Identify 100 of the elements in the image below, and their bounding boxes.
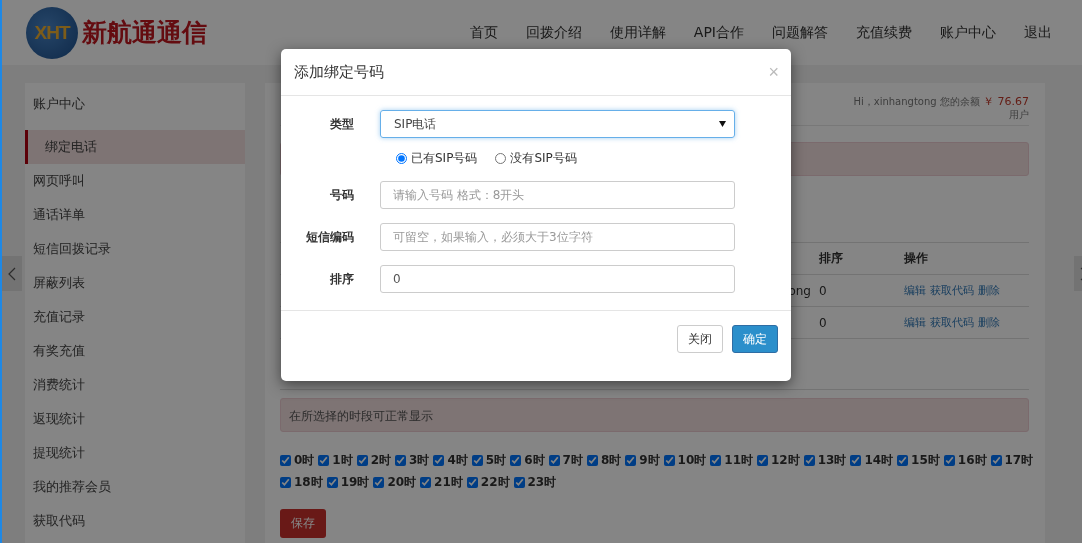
sidebar-item[interactable]: 网页呼叫 xyxy=(25,164,245,198)
hour-label: 21时 xyxy=(434,474,463,491)
close-button[interactable]: 关闭 xyxy=(677,325,723,353)
action-link[interactable]: 编辑 xyxy=(904,315,926,330)
field-label: 短信编码 xyxy=(305,228,354,246)
hour-checkbox[interactable] xyxy=(625,455,637,466)
action-link[interactable]: 删除 xyxy=(978,315,1000,330)
hour-label: 4时 xyxy=(447,452,468,469)
hour-checkbox[interactable] xyxy=(943,455,955,466)
hour-checkbox[interactable] xyxy=(471,455,483,466)
nav-link[interactable]: 问题解答 xyxy=(772,23,828,42)
action-link[interactable]: 删除 xyxy=(978,283,1000,298)
hour-checkbox[interactable] xyxy=(433,455,445,466)
hour-checkbox[interactable] xyxy=(326,477,338,488)
hour-checkbox[interactable] xyxy=(850,455,862,466)
field-label: 排序 xyxy=(329,270,354,288)
sidebar-item[interactable]: 我的推荐会员 xyxy=(25,470,245,504)
hour-checkbox[interactable] xyxy=(663,455,675,466)
dialog-title: 添加绑定号码 xyxy=(294,62,384,82)
hour-label: 3时 xyxy=(409,452,430,469)
hour-checkbox[interactable] xyxy=(356,455,368,466)
hour-label: 9时 xyxy=(639,452,660,469)
action-link[interactable]: 编辑 xyxy=(904,283,926,298)
hour-label: 12时 xyxy=(771,452,800,469)
logo-mark: XHT xyxy=(26,6,78,59)
hour-label: 0时 xyxy=(294,452,315,469)
sidebar-item[interactable]: 返现统计 xyxy=(25,402,245,436)
chevron-left-icon xyxy=(8,266,16,281)
radio-button[interactable] xyxy=(495,153,507,164)
caret-icon xyxy=(719,121,726,127)
table-cell-text: 0 xyxy=(819,315,828,330)
nav-link[interactable]: 首页 xyxy=(469,23,498,42)
hour-label: 11时 xyxy=(724,452,753,469)
hour-checkbox[interactable] xyxy=(318,455,330,466)
hour-checkbox[interactable] xyxy=(990,455,1002,466)
hour-label: 13时 xyxy=(817,452,847,469)
hour-checkbox[interactable] xyxy=(757,455,768,466)
hour-checkbox[interactable] xyxy=(548,455,560,466)
hour-label: 16时 xyxy=(957,452,987,469)
radio-label: 已有SIP号码 xyxy=(411,150,478,167)
sidebar-item[interactable]: 短信回拨记录 xyxy=(25,232,245,266)
input-field[interactable]: 可留空，如果输入，必须大于3位字符 xyxy=(380,223,735,251)
nav-link[interactable]: API合作 xyxy=(693,23,744,42)
hour-checkbox[interactable] xyxy=(710,455,722,466)
hour-checkbox[interactable] xyxy=(513,477,525,488)
radio-button[interactable] xyxy=(396,153,407,164)
brand-name: 新航通通信 xyxy=(82,17,207,49)
hour-checkbox[interactable] xyxy=(466,477,478,488)
save-button[interactable]: 保存 xyxy=(280,509,326,538)
nav-link[interactable]: 充值续费 xyxy=(856,23,912,42)
input-field[interactable]: 请输入号码 格式：8开头 xyxy=(380,181,735,209)
hour-label: 17时 xyxy=(1004,452,1034,469)
column-header: 排序 xyxy=(819,250,844,267)
hour-checkbox[interactable] xyxy=(420,477,432,488)
hour-checkbox[interactable] xyxy=(280,477,291,488)
sidebar-item[interactable]: 绑定电话 xyxy=(25,130,245,164)
notice-bar: 在所选择的时段可正常显示 xyxy=(280,398,1029,432)
hour-label: 22时 xyxy=(480,474,510,491)
table-cell-text: 0 xyxy=(819,283,828,298)
hour-label: 7时 xyxy=(562,452,583,469)
field-label: 类型 xyxy=(329,115,354,133)
hour-label: 14时 xyxy=(864,452,894,469)
sidebar-item[interactable]: 充值记录 xyxy=(25,300,245,334)
sidebar-title: 账户中心 xyxy=(32,95,86,113)
user-role: 用户 xyxy=(1008,108,1029,121)
hour-label: 23时 xyxy=(527,474,557,491)
input-field[interactable]: 0 xyxy=(380,265,735,293)
hour-checkbox[interactable] xyxy=(395,455,407,466)
hour-checkbox[interactable] xyxy=(280,455,291,466)
sidebar-item[interactable]: 提现统计 xyxy=(25,436,245,470)
radio-label: 没有SIP号码 xyxy=(510,150,577,167)
hour-checkbox[interactable] xyxy=(510,455,522,466)
hour-label: 5时 xyxy=(485,452,507,469)
column-header: 操作 xyxy=(904,250,929,267)
hour-label: 1时 xyxy=(332,452,353,469)
hour-label: 6时 xyxy=(524,452,545,469)
hour-label: 2时 xyxy=(370,452,392,469)
action-link[interactable]: 获取代码 xyxy=(930,283,974,298)
hour-checkbox[interactable] xyxy=(803,455,815,466)
hour-label: 19时 xyxy=(340,474,370,491)
nav-link[interactable]: 使用详解 xyxy=(609,23,666,42)
sidebar-item[interactable]: 通话详单 xyxy=(25,198,245,232)
action-link[interactable]: 获取代码 xyxy=(930,315,974,330)
nav-link[interactable]: 回拨介绍 xyxy=(525,23,582,42)
hour-checkbox[interactable] xyxy=(897,455,909,466)
nav-link[interactable]: 账户中心 xyxy=(940,23,996,42)
sidebar-item[interactable]: 获取代码 xyxy=(25,504,245,538)
sidebar-item[interactable]: 屏蔽列表 xyxy=(25,266,245,300)
nav-link[interactable]: 退出 xyxy=(1024,23,1052,42)
hour-checkbox[interactable] xyxy=(373,477,385,488)
carousel-prev-button[interactable] xyxy=(2,256,22,291)
confirm-button[interactable]: 确定 xyxy=(732,325,778,353)
sidebar-item[interactable]: 有奖充值 xyxy=(25,334,245,368)
hour-label: 15时 xyxy=(911,452,940,469)
hour-label: 8时 xyxy=(600,452,622,469)
field-label: 号码 xyxy=(329,186,354,204)
sidebar-item[interactable]: 消费统计 xyxy=(25,368,245,402)
hour-label: 10时 xyxy=(677,452,707,469)
type-select[interactable]: SIP电话 xyxy=(380,110,735,138)
hour-checkbox[interactable] xyxy=(586,455,598,466)
